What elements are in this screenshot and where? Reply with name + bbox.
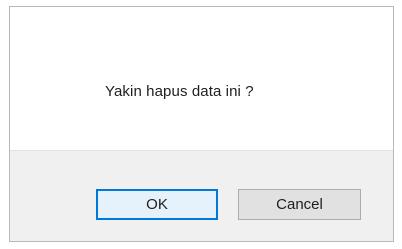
ok-button[interactable]: OK <box>96 189 218 220</box>
confirm-dialog: Yakin hapus data ini ? OK Cancel <box>9 6 394 242</box>
dialog-button-bar: OK Cancel <box>10 151 393 241</box>
dialog-message-area: Yakin hapus data ini ? <box>10 7 393 150</box>
dialog-message: Yakin hapus data ini ? <box>105 83 254 100</box>
cancel-button[interactable]: Cancel <box>238 189 361 220</box>
